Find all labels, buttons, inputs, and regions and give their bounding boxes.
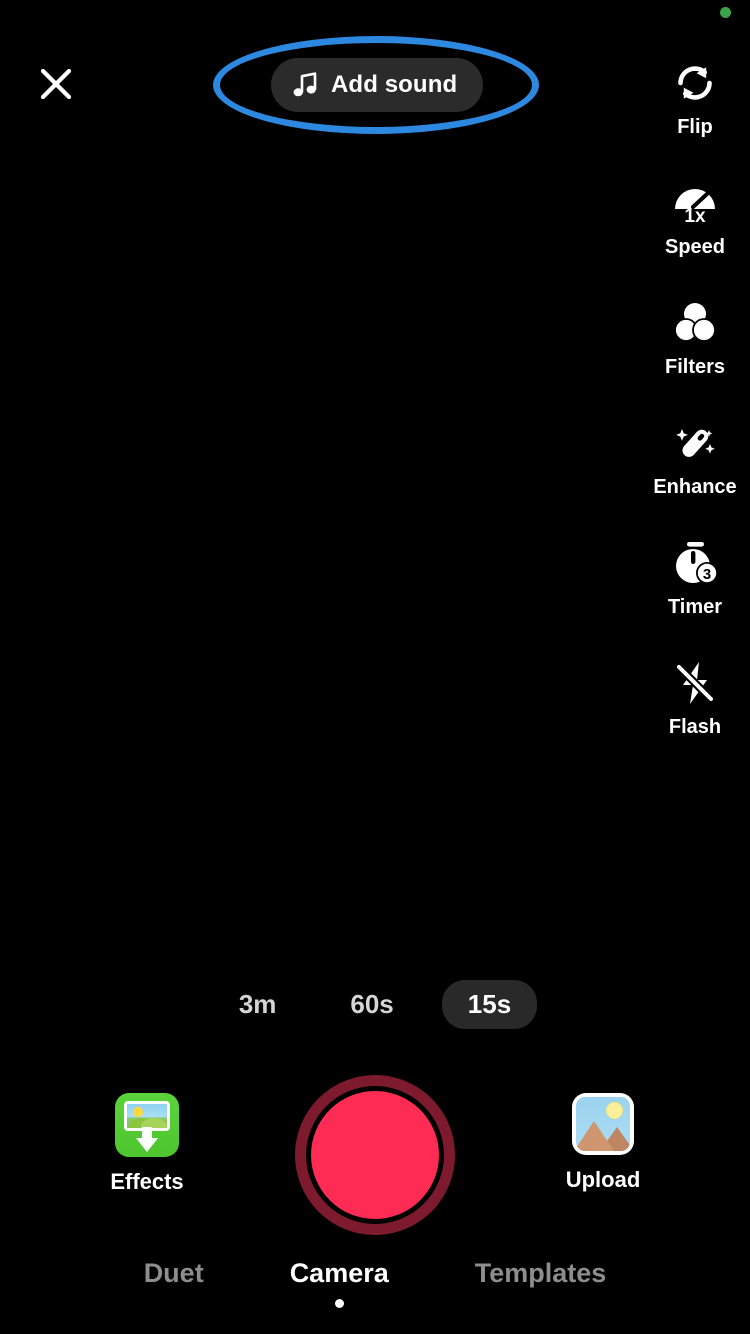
- upload-label: Upload: [565, 1167, 641, 1192]
- tool-enhance-label: Enhance: [653, 476, 737, 498]
- capture-row: Effects Upload: [0, 1075, 750, 1235]
- privacy-indicator-dot: [720, 7, 731, 18]
- mode-tab-camera-indicator: [334, 1299, 344, 1308]
- flash-off-icon: [664, 652, 726, 714]
- duration-selector: 3m 60s 15s: [0, 979, 750, 1029]
- tool-flip[interactable]: Flip: [640, 52, 750, 172]
- camera-screen: Add sound Flip 1x Speed Filters Enhance …: [0, 0, 750, 1334]
- tool-flash[interactable]: Flash: [640, 652, 750, 772]
- mode-tab-duet[interactable]: Duet: [144, 1258, 204, 1308]
- tool-flip-label: Flip: [677, 116, 713, 138]
- tool-enhance[interactable]: Enhance: [640, 412, 750, 532]
- tool-speed-label: Speed: [664, 236, 726, 258]
- speed-value-text: 1x: [684, 206, 706, 227]
- mode-tab-bar: Duet Camera Templates: [0, 1258, 750, 1308]
- mode-tab-camera-label: Camera: [289, 1258, 389, 1288]
- music-note-icon: [293, 72, 317, 97]
- duration-option-15s[interactable]: 15s: [441, 979, 538, 1029]
- timer-value-text: 3: [703, 566, 711, 583]
- effects-image-download-icon: [115, 1093, 179, 1157]
- mode-tab-templates[interactable]: Templates: [475, 1258, 607, 1308]
- tool-rail: Flip 1x Speed Filters Enhance 3 Timer Fl…: [640, 52, 750, 772]
- tool-timer[interactable]: 3 Timer: [640, 532, 750, 652]
- mode-tab-duet-label: Duet: [143, 1258, 204, 1288]
- upload-button[interactable]: Upload: [528, 1093, 678, 1193]
- close-button[interactable]: [33, 61, 79, 107]
- tool-filters[interactable]: Filters: [640, 292, 750, 412]
- flip-camera-icon: [664, 52, 726, 114]
- close-x-icon: [40, 68, 72, 100]
- mode-tab-camera[interactable]: Camera: [290, 1258, 389, 1308]
- tool-filters-label: Filters: [664, 356, 726, 378]
- duration-option-60s[interactable]: 60s: [324, 980, 419, 1029]
- tool-flash-label: Flash: [668, 716, 722, 738]
- record-button[interactable]: [295, 1075, 455, 1235]
- mode-tab-templates-label: Templates: [474, 1258, 607, 1288]
- mode-tab-templates-indicator: [536, 1299, 545, 1308]
- tool-speed[interactable]: 1x Speed: [640, 172, 750, 292]
- effects-label: Effects: [110, 1169, 184, 1194]
- photo-picture-icon: [572, 1093, 634, 1155]
- magic-wand-icon: [664, 412, 726, 474]
- filters-circles-icon: [664, 292, 726, 354]
- add-sound-label: Add sound: [331, 71, 458, 98]
- record-button-inner: [311, 1091, 439, 1219]
- duration-option-3m[interactable]: 3m: [213, 980, 303, 1029]
- add-sound-button[interactable]: Add sound: [271, 58, 484, 112]
- mode-tab-duet-indicator: [169, 1299, 178, 1308]
- effects-button[interactable]: Effects: [72, 1093, 222, 1195]
- speed-gauge-icon: 1x: [664, 172, 726, 234]
- tool-timer-label: Timer: [667, 596, 723, 618]
- stopwatch-icon: 3: [664, 532, 726, 594]
